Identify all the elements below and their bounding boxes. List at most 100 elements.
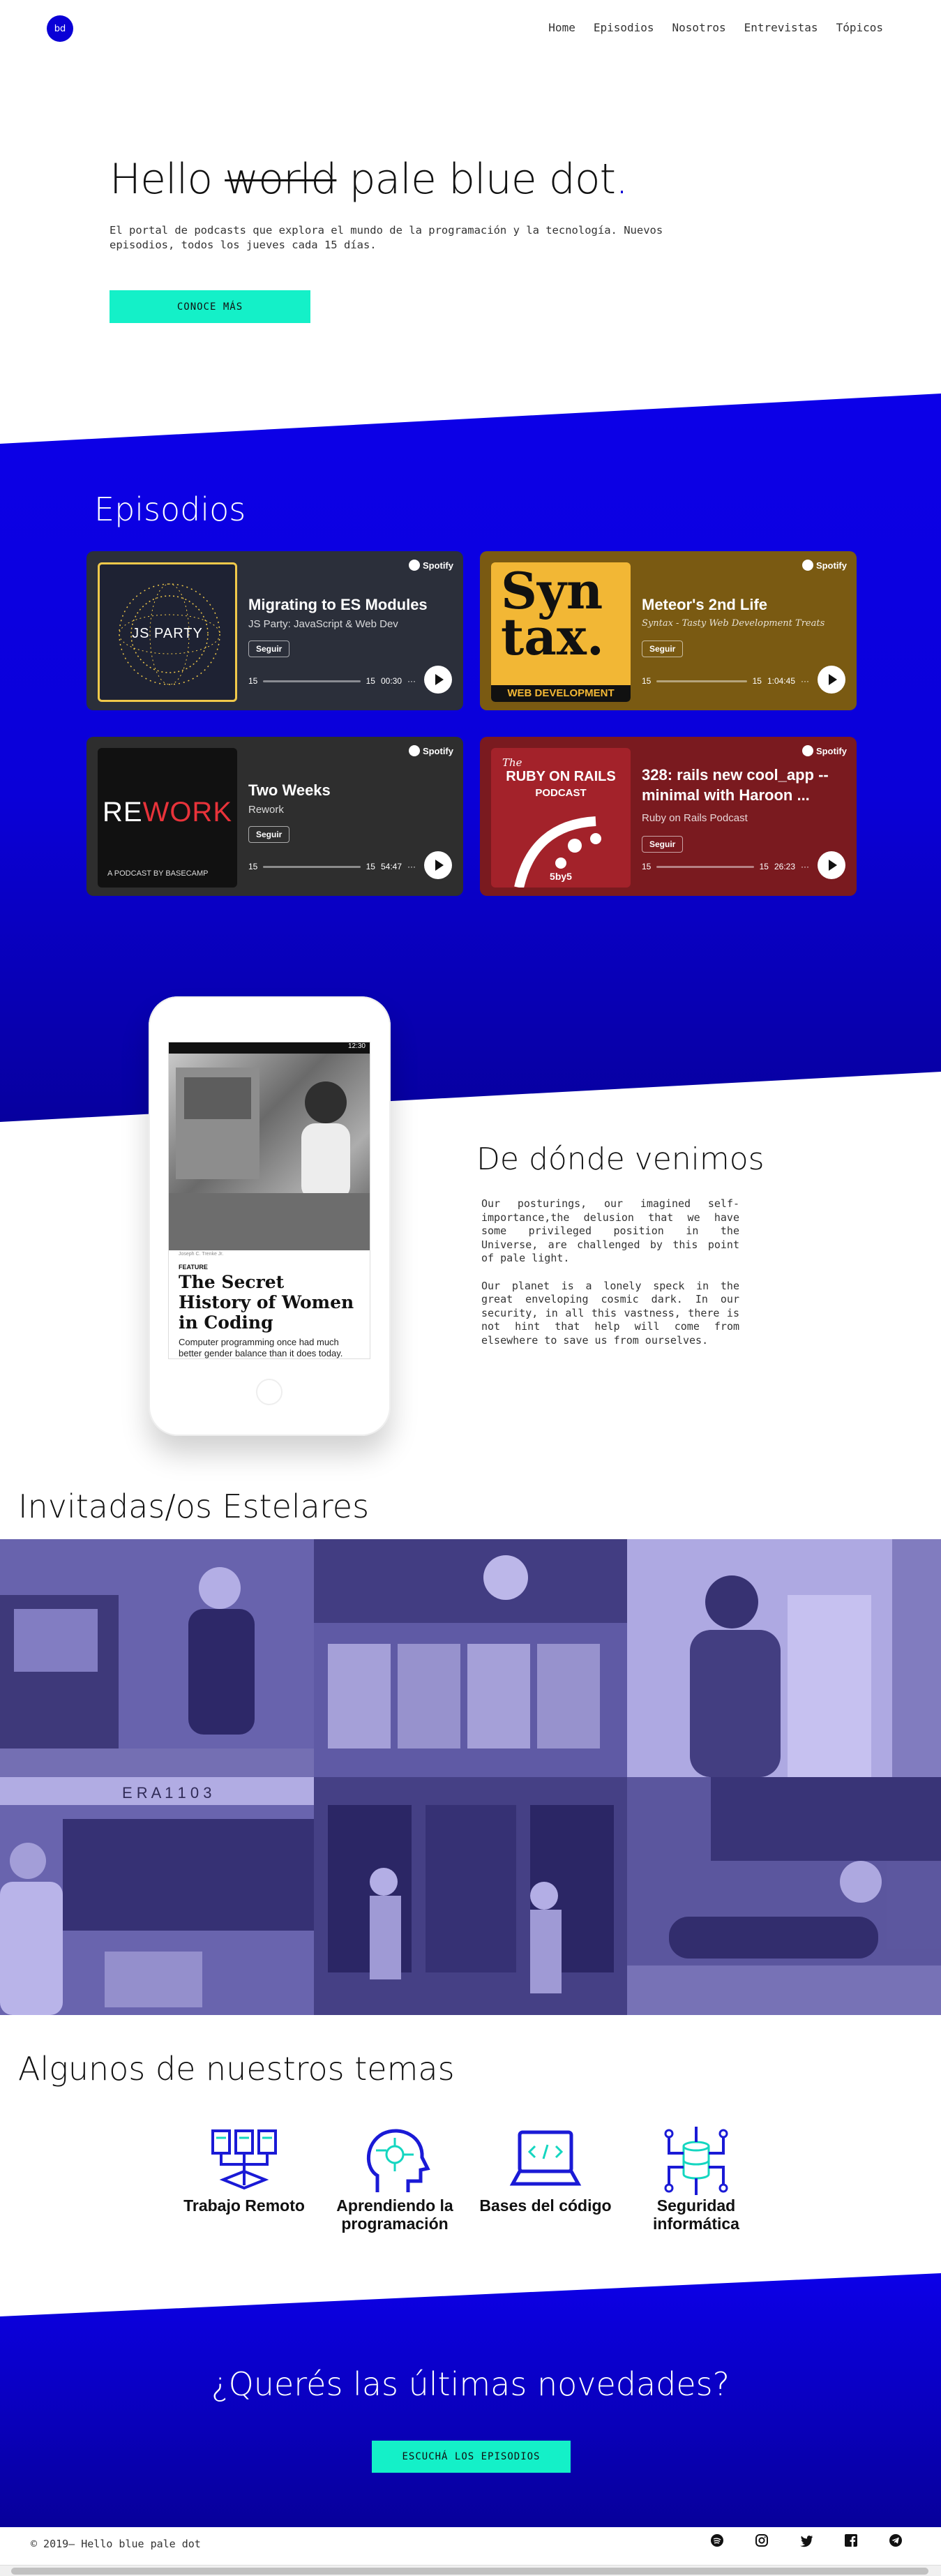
topic-security[interactable]: Seguridad informática xyxy=(623,2122,769,2233)
follow-button[interactable]: Seguir xyxy=(248,826,290,843)
article-body: Computer programming once had much bette… xyxy=(179,1337,343,1358)
rails-logo-icon xyxy=(514,816,601,888)
more-options-icon[interactable]: ··· xyxy=(801,862,809,871)
episode-art-1: JS PARTY xyxy=(98,562,237,702)
episode-art-2: Syn tax. WEB DEVELOPMENT xyxy=(491,562,631,702)
spotify-logo: Spotify xyxy=(801,560,847,571)
episode-name: Migrating to ES Modules xyxy=(248,596,428,613)
topic-label: Aprendiendo la programación xyxy=(336,2196,453,2233)
episode-card-3[interactable]: REWORK A PODCAST BY BASECAMP Spotify Two… xyxy=(86,737,463,896)
episode-name: Two Weeks xyxy=(248,781,331,799)
origin-text: Our posturings, our imagined self-import… xyxy=(481,1197,739,1361)
spotify-logo: Spotify xyxy=(408,745,453,756)
nav-link-topicos[interactable]: Tópicos xyxy=(836,21,883,34)
spotify-logo: Spotify xyxy=(408,560,453,571)
episode-show: JS Party: JavaScript & Web Dev xyxy=(248,618,398,630)
guest-photo-5[interactable] xyxy=(313,1777,628,2015)
guest-photo-1[interactable] xyxy=(0,1539,314,1777)
episode-name: Meteor's 2nd Life xyxy=(642,596,768,613)
footer-copyright: © 2019— Hello blue pale dot xyxy=(31,2538,201,2550)
spotify-icon[interactable] xyxy=(709,2533,725,2548)
phone-home-button xyxy=(256,1379,283,1405)
skip-back-icon[interactable]: 15 xyxy=(642,862,651,871)
telegram-icon[interactable] xyxy=(888,2533,903,2548)
syntax-art-text-2: tax. xyxy=(501,607,604,666)
skip-forward-icon[interactable]: 15 xyxy=(753,676,762,686)
guest-photo-6[interactable] xyxy=(627,1777,941,2015)
logo[interactable]: bd xyxy=(47,15,73,42)
conoce-mas-button[interactable]: CONOCE MÁS xyxy=(110,290,310,323)
article-headline: The Secret History of Women in Coding xyxy=(179,1272,354,1333)
play-button[interactable] xyxy=(424,851,452,879)
guest-photo-overlay xyxy=(627,1539,941,1777)
phone-status-bar: 12:30 xyxy=(169,1042,370,1054)
episode-show: Ruby on Rails Podcast xyxy=(642,812,748,824)
play-button[interactable] xyxy=(818,666,845,694)
topic-label: Trabajo Remoto xyxy=(183,2196,305,2215)
phone-screen: 12:30 Joseph C. Trenke Jr. FEATURE The S… xyxy=(168,1042,370,1359)
nav-link-home[interactable]: Home xyxy=(548,21,575,34)
progress-track[interactable] xyxy=(656,680,747,682)
topic-label: Seguridad informática xyxy=(653,2196,739,2233)
more-options-icon[interactable]: ··· xyxy=(407,676,416,686)
instagram-icon[interactable] xyxy=(754,2533,769,2548)
guest-photo-3[interactable] xyxy=(627,1539,941,1777)
topic-learning-programming[interactable]: Aprendiendo la programación xyxy=(322,2122,468,2233)
article-photo-caption: Joseph C. Trenke Jr. xyxy=(179,1252,224,1257)
twitter-icon[interactable] xyxy=(799,2533,814,2548)
article-tag: FEATURE xyxy=(179,1264,208,1271)
rework-art-text-2: WORK xyxy=(142,797,232,828)
follow-button[interactable]: Seguir xyxy=(642,641,684,657)
spotify-icon xyxy=(408,560,420,571)
topic-code-basics[interactable]: Bases del código xyxy=(472,2122,619,2215)
remote-work-icon xyxy=(211,2129,277,2190)
more-options-icon[interactable]: ··· xyxy=(407,862,416,871)
progress-track[interactable] xyxy=(263,680,361,682)
topic-label: Bases del código xyxy=(479,2196,612,2215)
spotify-label: Spotify xyxy=(422,560,453,571)
spotify-label: Spotify xyxy=(815,745,847,756)
progress-track[interactable] xyxy=(656,865,754,868)
guest-photo-2[interactable] xyxy=(313,1539,628,1777)
skip-back-icon[interactable]: 15 xyxy=(642,676,651,686)
nav-link-entrevistas[interactable]: Entrevistas xyxy=(744,21,818,34)
guest-photo-overlay xyxy=(0,1539,314,1777)
play-button[interactable] xyxy=(818,851,845,879)
learning-programming-icon xyxy=(367,2129,430,2192)
topics-title: Algunos de nuestros temas xyxy=(18,2050,455,2088)
facebook-icon[interactable] xyxy=(843,2533,859,2548)
hero-title-strike: world xyxy=(225,155,337,204)
social-links xyxy=(709,2533,903,2548)
more-options-icon[interactable]: ··· xyxy=(801,676,809,686)
play-button[interactable] xyxy=(424,666,452,694)
episode-card-4[interactable]: The RUBY ON RAILS PODCAST 5by5 Spotify 3… xyxy=(480,737,857,896)
topic-remote-work[interactable]: Trabajo Remoto xyxy=(171,2122,317,2215)
hero-title: Hello world pale blue dot. xyxy=(110,155,628,204)
guest-photo-4[interactable]: E R A 1 1 0 3 xyxy=(0,1777,314,2015)
syntax-art-text-3: WEB DEVELOPMENT xyxy=(491,685,631,702)
origin-paragraph-2: Our planet is a lonely speck in the grea… xyxy=(481,1279,739,1347)
skip-forward-icon[interactable]: 15 xyxy=(760,862,769,871)
follow-button[interactable]: Seguir xyxy=(642,836,684,853)
progress-track[interactable] xyxy=(263,865,361,868)
guests-title: Invitadas/os Estelares xyxy=(18,1488,370,1525)
guests-photo-grid: E R A 1 1 0 3 xyxy=(0,1539,941,2015)
episode-card-1[interactable]: JS PARTY Spotify Migrating to ES Modules… xyxy=(86,551,463,710)
scrollbar-thumb[interactable] xyxy=(11,2568,928,2575)
skip-forward-icon[interactable]: 15 xyxy=(366,676,375,686)
skip-back-icon[interactable]: 15 xyxy=(248,676,257,686)
skip-forward-icon[interactable]: 15 xyxy=(366,862,375,871)
horizontal-scrollbar[interactable] xyxy=(0,2565,941,2576)
article-photo xyxy=(169,1054,370,1250)
episode-name: 328: rails new cool_app --minimal with H… xyxy=(642,766,829,804)
ror-art-text-4: 5by5 xyxy=(550,871,572,882)
escucha-episodios-button[interactable]: ESCUCHÁ LOS EPISODIOS xyxy=(372,2441,571,2473)
skip-back-icon[interactable]: 15 xyxy=(248,862,257,871)
hero-title-pre: Hello xyxy=(110,155,225,204)
episode-card-2[interactable]: Syn tax. WEB DEVELOPMENT Spotify Meteor'… xyxy=(480,551,857,710)
nav-link-nosotros[interactable]: Nosotros xyxy=(672,21,726,34)
top-nav: bd Home Episodios Nosotros Entrevistas T… xyxy=(0,0,941,56)
hero-title-post: pale blue dot xyxy=(336,155,616,204)
nav-link-episodios[interactable]: Episodios xyxy=(594,21,654,34)
follow-button[interactable]: Seguir xyxy=(248,641,290,657)
